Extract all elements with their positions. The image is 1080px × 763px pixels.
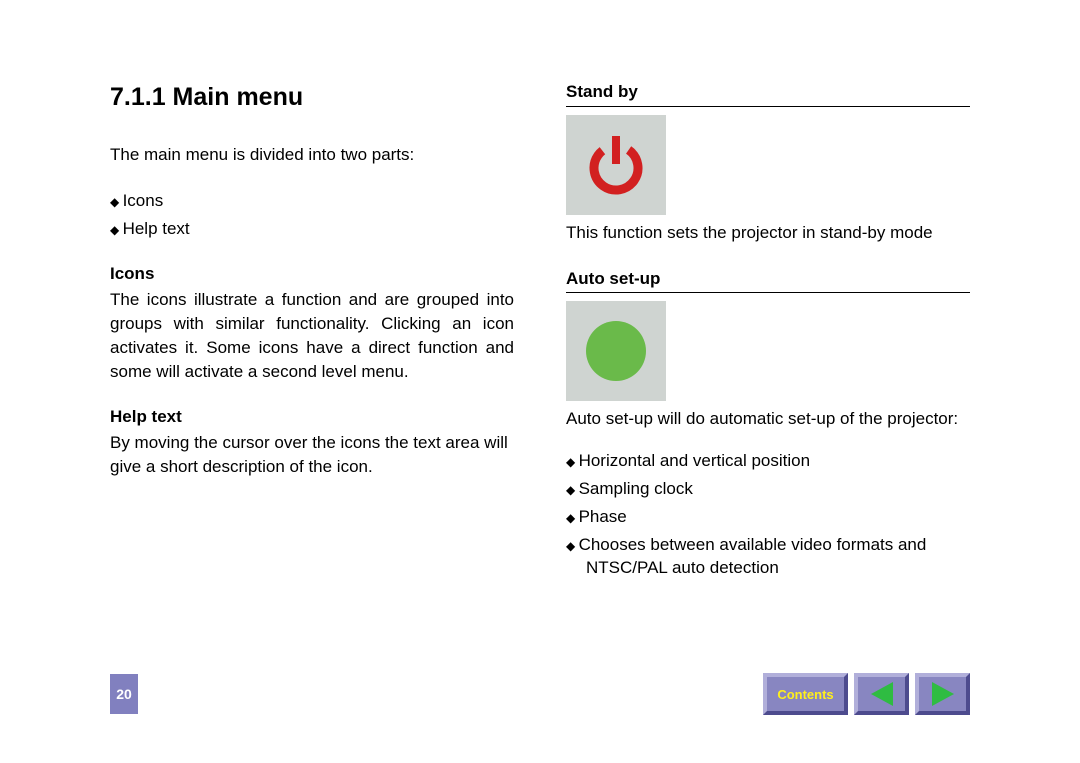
page-footer: 20 Contents [110, 673, 970, 715]
icons-body: The icons illustrate a function and are … [110, 288, 514, 383]
left-column: 7.1.1 Main menu The main menu is divided… [110, 80, 514, 602]
page-number: 20 [110, 674, 138, 714]
manual-page: 7.1.1 Main menu The main menu is divided… [0, 0, 1080, 763]
standby-description: This function sets the projector in stan… [566, 221, 970, 245]
contents-button[interactable]: Contents [763, 673, 848, 715]
list-item: Icons [110, 189, 514, 213]
standby-icon-box [566, 115, 666, 215]
helptext-subhead: Help text [110, 405, 514, 429]
autosetup-icon-box [566, 301, 666, 401]
arrow-left-icon [871, 682, 893, 706]
power-icon [581, 130, 651, 200]
intro-paragraph: The main menu is divided into two parts: [110, 143, 514, 167]
list-item: Chooses between available video formats … [566, 533, 970, 581]
main-menu-parts-list: Icons Help text [110, 189, 514, 241]
list-item: Sampling clock [566, 477, 970, 501]
autosetup-subhead: Auto set-up [566, 267, 970, 291]
autosetup-description: Auto set-up will do automatic set-up of … [566, 407, 970, 431]
next-page-button[interactable] [915, 673, 970, 715]
two-column-layout: 7.1.1 Main menu The main menu is divided… [110, 80, 970, 602]
helptext-body: By moving the cursor over the icons the … [110, 431, 514, 479]
list-item: Phase [566, 505, 970, 529]
prev-page-button[interactable] [854, 673, 909, 715]
green-circle-icon [581, 316, 651, 386]
divider [566, 292, 970, 293]
divider [566, 106, 970, 107]
list-item: Horizontal and vertical position [566, 449, 970, 473]
icons-subhead: Icons [110, 262, 514, 286]
right-column: Stand by This function sets the projecto… [566, 80, 970, 602]
section-heading: 7.1.1 Main menu [110, 80, 514, 115]
autosetup-list: Horizontal and vertical position Samplin… [566, 449, 970, 580]
list-item: Help text [110, 217, 514, 241]
standby-subhead: Stand by [566, 80, 970, 104]
contents-label: Contents [777, 687, 833, 702]
arrow-right-icon [932, 682, 954, 706]
